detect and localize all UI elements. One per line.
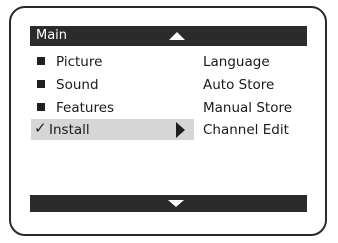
menu-title: Main — [36, 28, 68, 43]
menu-footer-bar — [30, 195, 307, 212]
up-triangle-icon[interactable] — [169, 32, 185, 40]
menu-item-label: Sound — [56, 77, 99, 93]
square-bullet-icon — [37, 57, 45, 65]
submenu-item-language[interactable]: Language — [203, 54, 270, 70]
square-bullet-icon — [37, 103, 45, 111]
menu-item-label: Install — [49, 122, 90, 138]
menu-item-label: Features — [56, 100, 115, 116]
right-triangle-icon — [176, 122, 185, 138]
menu-header-bar: Main — [30, 26, 307, 46]
checkmark-icon: ✓ — [34, 119, 47, 137]
submenu-item-channel-edit[interactable]: Channel Edit — [203, 122, 289, 138]
menu-item-sound[interactable]: Sound — [31, 74, 194, 95]
menu-item-install[interactable]: ✓ Install — [31, 119, 194, 140]
down-triangle-icon[interactable] — [168, 200, 184, 207]
submenu-item-manual-store[interactable]: Manual Store — [203, 100, 292, 116]
submenu-item-auto-store[interactable]: Auto Store — [203, 77, 274, 93]
menu-item-label: Picture — [56, 54, 103, 70]
square-bullet-icon — [37, 80, 45, 88]
menu-item-features[interactable]: Features — [31, 97, 194, 118]
menu-item-picture[interactable]: Picture — [31, 51, 194, 72]
